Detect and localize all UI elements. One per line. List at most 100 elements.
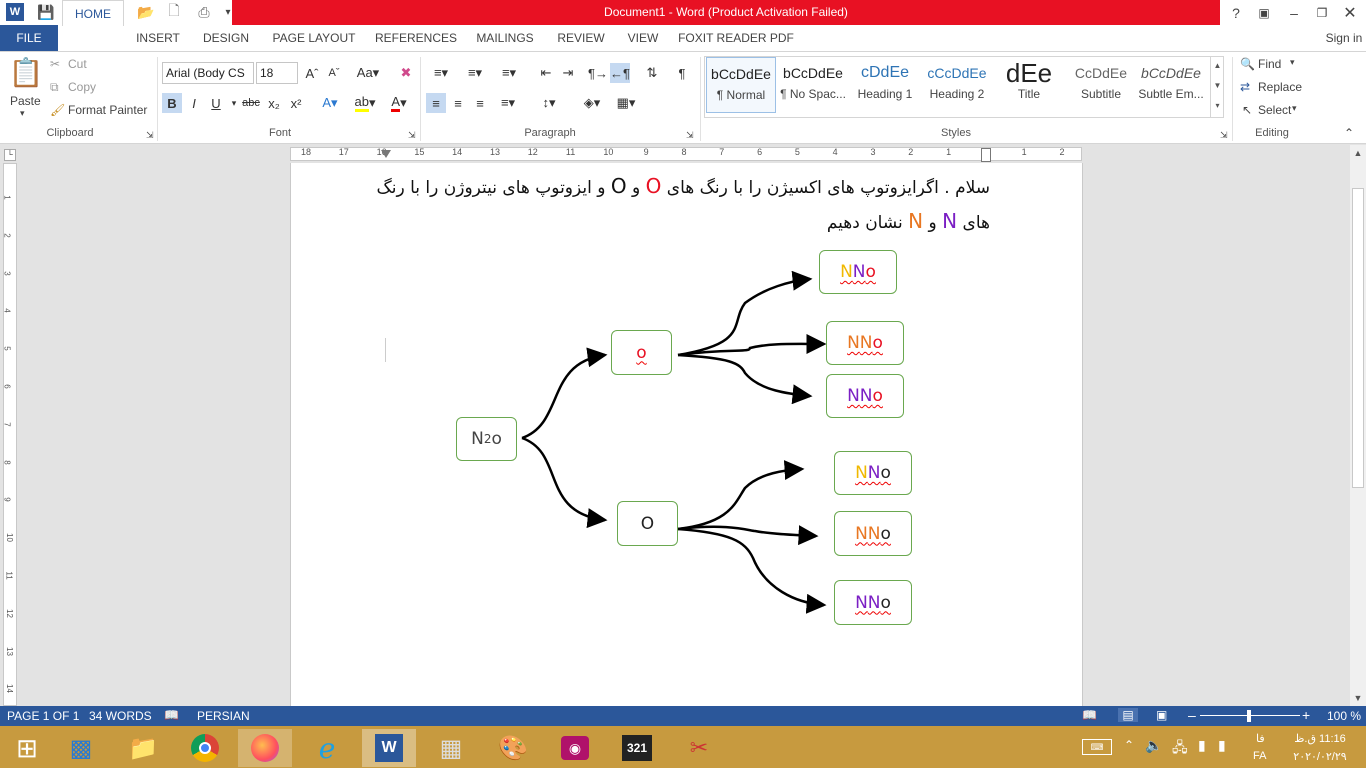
battery-icon[interactable]: ▮ bbox=[1198, 737, 1206, 754]
scroll-down-icon[interactable]: ▼ bbox=[1350, 690, 1366, 706]
increase-indent-icon[interactable]: ⇥ bbox=[558, 63, 578, 83]
font-color-icon[interactable]: A ▾ bbox=[384, 93, 414, 113]
zoom-in-button[interactable]: + bbox=[1302, 707, 1310, 723]
styles-scroll-icon[interactable]: ▲ ▼ ▾ bbox=[1210, 56, 1224, 118]
web-layout-icon[interactable]: ▣ bbox=[1156, 708, 1167, 722]
sort-icon[interactable]: ⇅ bbox=[642, 63, 662, 83]
zoom-level[interactable]: 100 % bbox=[1327, 709, 1361, 723]
clock-date[interactable]: ۲۰۲۰/۰۲/۲۹ bbox=[1290, 750, 1350, 763]
rtl-direction-icon[interactable]: ←¶ bbox=[610, 63, 630, 83]
font-name-combo[interactable]: Arial (Body CS bbox=[162, 62, 254, 84]
tab-references[interactable]: REFERENCES bbox=[374, 25, 458, 51]
page-count[interactable]: PAGE 1 OF 1 bbox=[7, 709, 79, 723]
paint-icon[interactable]: 🎨 bbox=[486, 729, 540, 767]
o-red-node[interactable]: o bbox=[611, 330, 672, 375]
change-case-icon[interactable]: Aa▾ bbox=[354, 63, 382, 83]
grow-font-icon[interactable]: Aˆ bbox=[302, 63, 322, 83]
chrome-icon[interactable] bbox=[178, 729, 232, 767]
media-player-icon[interactable]: 321 bbox=[610, 729, 664, 767]
copy-icon[interactable]: ⧉ bbox=[50, 80, 59, 95]
styles-launcher-icon[interactable]: ⇲ bbox=[1220, 130, 1228, 141]
keyboard-icon[interactable]: ⌨ bbox=[1082, 739, 1112, 755]
find-button[interactable]: Find bbox=[1258, 57, 1281, 71]
align-left-icon[interactable]: ≡ bbox=[426, 93, 446, 113]
scroll-thumb[interactable] bbox=[1352, 188, 1364, 488]
bullets-icon[interactable]: ≡▾ bbox=[426, 63, 456, 83]
snipping-tool-icon[interactable]: ✂ bbox=[672, 729, 726, 767]
tab-view[interactable]: VIEW bbox=[622, 25, 664, 51]
start-icon[interactable]: ⊞ bbox=[0, 729, 54, 767]
leaf-node-6[interactable]: NNo bbox=[834, 580, 912, 625]
firefox-icon[interactable] bbox=[238, 729, 292, 767]
replace-button[interactable]: Replace bbox=[1258, 80, 1302, 94]
new-document-icon[interactable]: 🗋 bbox=[164, 2, 184, 21]
paste-dropdown-icon[interactable]: ▾ bbox=[20, 108, 25, 119]
subscript-button[interactable]: x₂ bbox=[264, 93, 284, 113]
tab-foxit-reader-pdf[interactable]: FOXIT READER PDF bbox=[676, 25, 796, 51]
paste-icon[interactable]: 📋 bbox=[8, 56, 44, 94]
save-icon[interactable]: 💾 bbox=[36, 3, 56, 21]
highlight-color-icon[interactable]: ab ▾ bbox=[350, 93, 380, 113]
numbering-icon[interactable]: ≡▾ bbox=[460, 63, 490, 83]
calculator-icon[interactable]: ▦ bbox=[424, 729, 478, 767]
tab-selector-icon[interactable]: └ bbox=[4, 149, 16, 161]
close-button[interactable]: ✕ bbox=[1336, 0, 1364, 25]
style-subtle-emphasis[interactable]: bCcDdEe Subtle Em... bbox=[1136, 57, 1206, 113]
italic-button[interactable]: I bbox=[184, 93, 204, 113]
style-no-spacing[interactable]: bCcDdEe ¶ No Spac... bbox=[778, 57, 848, 113]
read-mode-icon[interactable]: 📖 bbox=[1082, 708, 1097, 722]
copy-button[interactable]: Copy bbox=[68, 80, 96, 94]
word-icon[interactable]: W bbox=[362, 729, 416, 767]
shading-icon[interactable]: ◈▾ bbox=[576, 93, 608, 113]
o-black-node[interactable]: O bbox=[617, 501, 678, 546]
underline-button[interactable]: U bbox=[206, 93, 226, 113]
network-icon[interactable]: 🖧 bbox=[1172, 737, 1188, 761]
ltr-direction-icon[interactable]: ¶→ bbox=[588, 63, 608, 83]
style-heading-2[interactable]: cCcDdEe Heading 2 bbox=[922, 57, 992, 113]
tab-insert[interactable]: INSERT bbox=[130, 25, 186, 51]
clear-formatting-icon[interactable]: ✖ bbox=[396, 63, 416, 83]
restore-button[interactable]: ❐ bbox=[1308, 0, 1336, 25]
style-normal[interactable]: bCcDdEe ¶ Normal bbox=[706, 57, 776, 113]
format-painter-icon[interactable]: 🖌 bbox=[50, 103, 65, 117]
signal-icon[interactable]: ▮ bbox=[1218, 737, 1226, 754]
decrease-indent-icon[interactable]: ⇤ bbox=[536, 63, 556, 83]
paragraph-launcher-icon[interactable]: ⇲ bbox=[686, 130, 694, 141]
select-button[interactable]: Select bbox=[1258, 103, 1291, 117]
strikethrough-button[interactable]: abc bbox=[240, 93, 262, 113]
language-indicator[interactable]: PERSIAN bbox=[197, 709, 250, 723]
sign-in-link[interactable]: Sign in bbox=[1322, 25, 1366, 51]
leaf-node-3[interactable]: NNo bbox=[826, 374, 904, 418]
align-right-icon[interactable]: ≡ bbox=[470, 93, 490, 113]
zoom-slider-thumb[interactable] bbox=[1247, 710, 1251, 722]
style-heading-1[interactable]: cDdEe Heading 1 bbox=[850, 57, 920, 113]
superscript-button[interactable]: x² bbox=[286, 93, 306, 113]
show-formatting-marks-icon[interactable]: ¶ bbox=[672, 63, 692, 83]
line-spacing-icon[interactable]: ↕▾ bbox=[534, 93, 564, 113]
collapse-ribbon-icon[interactable]: ⌃ bbox=[1344, 126, 1354, 140]
leaf-node-1[interactable]: NNo bbox=[819, 250, 897, 294]
control-panel-icon[interactable]: ▩ bbox=[54, 729, 108, 767]
multilevel-list-icon[interactable]: ≡▾ bbox=[494, 63, 524, 83]
leaf-node-5[interactable]: NNo bbox=[834, 511, 912, 556]
borders-icon[interactable]: ▦▾ bbox=[610, 93, 642, 113]
tab-page-layout[interactable]: PAGE LAYOUT bbox=[268, 25, 360, 51]
camera-app-icon[interactable]: ◉ bbox=[548, 729, 602, 767]
language-bottom[interactable]: FA bbox=[1253, 750, 1266, 762]
font-size-combo[interactable]: 18 bbox=[256, 62, 298, 84]
scroll-up-icon[interactable]: ▲ bbox=[1350, 145, 1366, 161]
zoom-out-button[interactable]: – bbox=[1188, 707, 1196, 723]
show-hidden-icons[interactable]: ⌃ bbox=[1124, 738, 1134, 752]
shrink-font-icon[interactable]: Aˇ bbox=[324, 63, 344, 83]
clipboard-launcher-icon[interactable]: ⇲ bbox=[146, 130, 154, 141]
style-title[interactable]: dEe Title bbox=[994, 57, 1064, 113]
tab-design[interactable]: DESIGN bbox=[198, 25, 254, 51]
paste-button[interactable]: Paste bbox=[10, 94, 41, 108]
first-line-indent-marker[interactable] bbox=[981, 148, 991, 162]
tab-file[interactable]: FILE bbox=[0, 25, 58, 51]
internet-explorer-icon[interactable]: e bbox=[300, 729, 354, 767]
ribbon-display-options-icon[interactable]: ▣ bbox=[1250, 0, 1278, 25]
root-node-n2o[interactable]: N2o bbox=[456, 417, 517, 461]
align-center-icon[interactable]: ≡ bbox=[448, 93, 468, 113]
tab-mailings[interactable]: MAILINGS bbox=[470, 25, 540, 51]
